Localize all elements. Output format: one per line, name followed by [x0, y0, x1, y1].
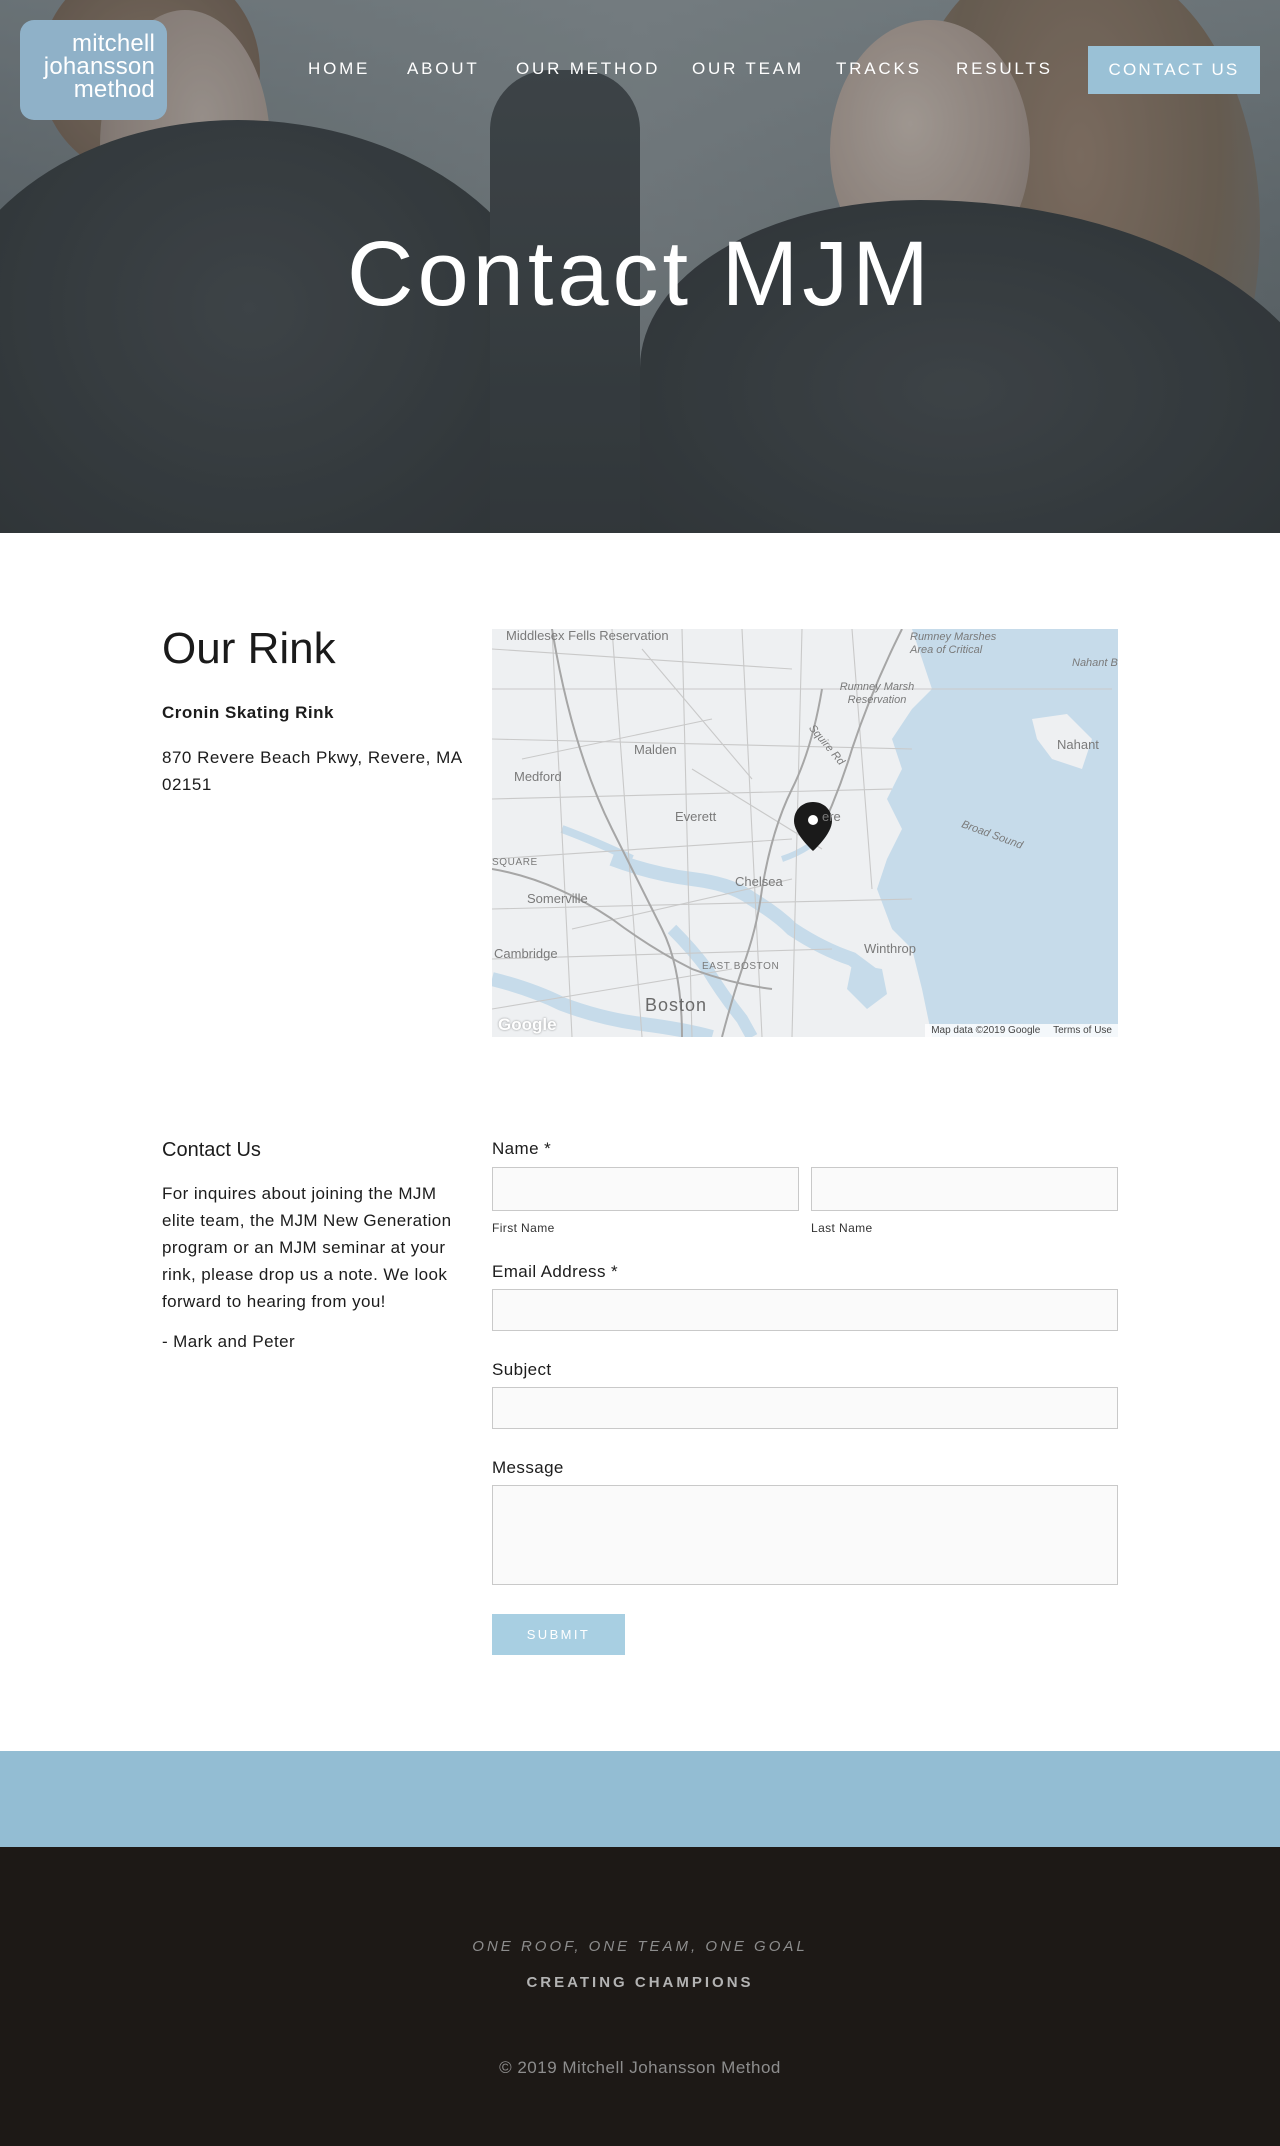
- contact-signature: - Mark and Peter: [162, 1332, 296, 1351]
- subject-label: Subject: [492, 1360, 552, 1379]
- footer-tagline: ONE ROOF, ONE TEAM, ONE GOAL: [472, 1938, 808, 1955]
- first-name-caption: First Name: [492, 1221, 555, 1235]
- rink-heading: Our Rink: [162, 624, 336, 673]
- contact-us-button[interactable]: CONTACT US: [1088, 46, 1260, 94]
- map-label-nahant: Nahant: [1057, 737, 1099, 752]
- email-label: Email Address *: [492, 1262, 618, 1281]
- rink-address: 870 Revere Beach Pkwy, Revere, MA 02151: [162, 748, 462, 794]
- submit-button[interactable]: SUBMIT: [492, 1614, 625, 1655]
- rink-map[interactable]: Middlesex Fells Reservation Rumney Marsh…: [492, 629, 1118, 1037]
- last-name-caption: Last Name: [811, 1221, 873, 1235]
- email-input[interactable]: [492, 1289, 1118, 1331]
- logo-line-1: mitchell: [72, 30, 155, 57]
- nav-our-method[interactable]: OUR METHOD: [516, 56, 660, 82]
- map-label-square: SQUARE: [492, 857, 538, 868]
- message-label: Message: [492, 1458, 564, 1477]
- footer-copyright: © 2019 Mitchell Johansson Method: [499, 2058, 781, 2077]
- map-label-nahant-bay: Nahant B: [1072, 657, 1118, 669]
- name-label: Name *: [492, 1139, 552, 1158]
- subject-input[interactable]: [492, 1387, 1118, 1429]
- map-label-rumney-marsh: Rumney Marsh Reservation: [839, 681, 915, 706]
- map-label-cambridge: Cambridge: [494, 946, 558, 961]
- last-name-input[interactable]: [811, 1167, 1118, 1211]
- nav-results[interactable]: RESULTS: [956, 56, 1053, 82]
- first-name-input[interactable]: [492, 1167, 799, 1211]
- map-label-chelsea: Chelsea: [735, 874, 783, 889]
- map-data-credit: Map data ©2019 Google: [931, 1025, 1041, 1036]
- message-textarea[interactable]: [492, 1485, 1118, 1585]
- nav-home[interactable]: HOME: [308, 56, 370, 82]
- map-label-revere: ere: [822, 809, 841, 824]
- footer: [0, 1847, 1280, 2146]
- map-label-medford: Medford: [514, 769, 562, 784]
- rink-name: Cronin Skating Rink: [162, 703, 334, 722]
- map-credit: Map data ©2019 Google Terms of Use: [925, 1024, 1118, 1037]
- accent-band: [0, 1751, 1280, 1847]
- map-label-malden: Malden: [634, 742, 677, 757]
- footer-subtagline: CREATING CHAMPIONS: [526, 1974, 754, 1991]
- nav-our-team[interactable]: OUR TEAM: [692, 56, 804, 82]
- page-title: Contact MJM: [347, 223, 933, 325]
- nav-tracks[interactable]: TRACKS: [836, 56, 922, 82]
- contact-heading: Contact Us: [162, 1139, 261, 1161]
- map-label-east-boston: EAST BOSTON: [702, 961, 780, 972]
- map-label-winthrop: Winthrop: [864, 941, 917, 956]
- map-label-somerville: Somerville: [527, 891, 588, 906]
- contact-description: For inquires about joining the MJM elite…: [162, 1184, 452, 1311]
- nav-about[interactable]: ABOUT: [407, 56, 480, 82]
- map-label-boston: Boston: [645, 995, 708, 1015]
- map-graphic: [492, 629, 1118, 1037]
- map-label-middlesex: Middlesex Fells Reservation: [506, 629, 669, 643]
- map-label-everett: Everett: [675, 809, 717, 824]
- map-terms-link[interactable]: Terms of Use: [1053, 1025, 1112, 1036]
- map-label-rumney-marshes-area: Rumney Marshes Area of Critical: [910, 631, 997, 656]
- google-logo: Google: [498, 1015, 557, 1034]
